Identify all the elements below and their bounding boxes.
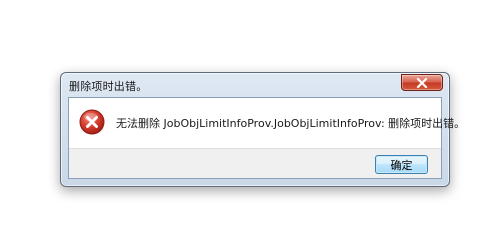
dialog-title: 删除项时出错。 bbox=[69, 80, 148, 93]
error-dialog: 删除项时出错。 无法删除 JobObjLimitInfoProv.JobObjL… bbox=[60, 72, 465, 187]
ok-button[interactable]: 确定 bbox=[375, 155, 428, 174]
desktop-background: 删除项时出错。 无法删除 JobObjLimitInfoProv.JobObjL… bbox=[0, 0, 500, 244]
dialog-body: 无法删除 JobObjLimitInfoProv.JobObjLimitInfo… bbox=[68, 97, 465, 179]
error-message: 无法删除 JobObjLimitInfoProv.JobObjLimitInfo… bbox=[116, 117, 466, 130]
button-bar: 确定 bbox=[69, 148, 441, 178]
message-area: 无法删除 JobObjLimitInfoProv.JobObjLimitInfo… bbox=[69, 98, 465, 148]
close-icon bbox=[416, 77, 428, 88]
title-bar[interactable]: 删除项时出错。 bbox=[61, 73, 449, 97]
close-button[interactable] bbox=[401, 74, 443, 91]
error-icon bbox=[79, 109, 105, 135]
